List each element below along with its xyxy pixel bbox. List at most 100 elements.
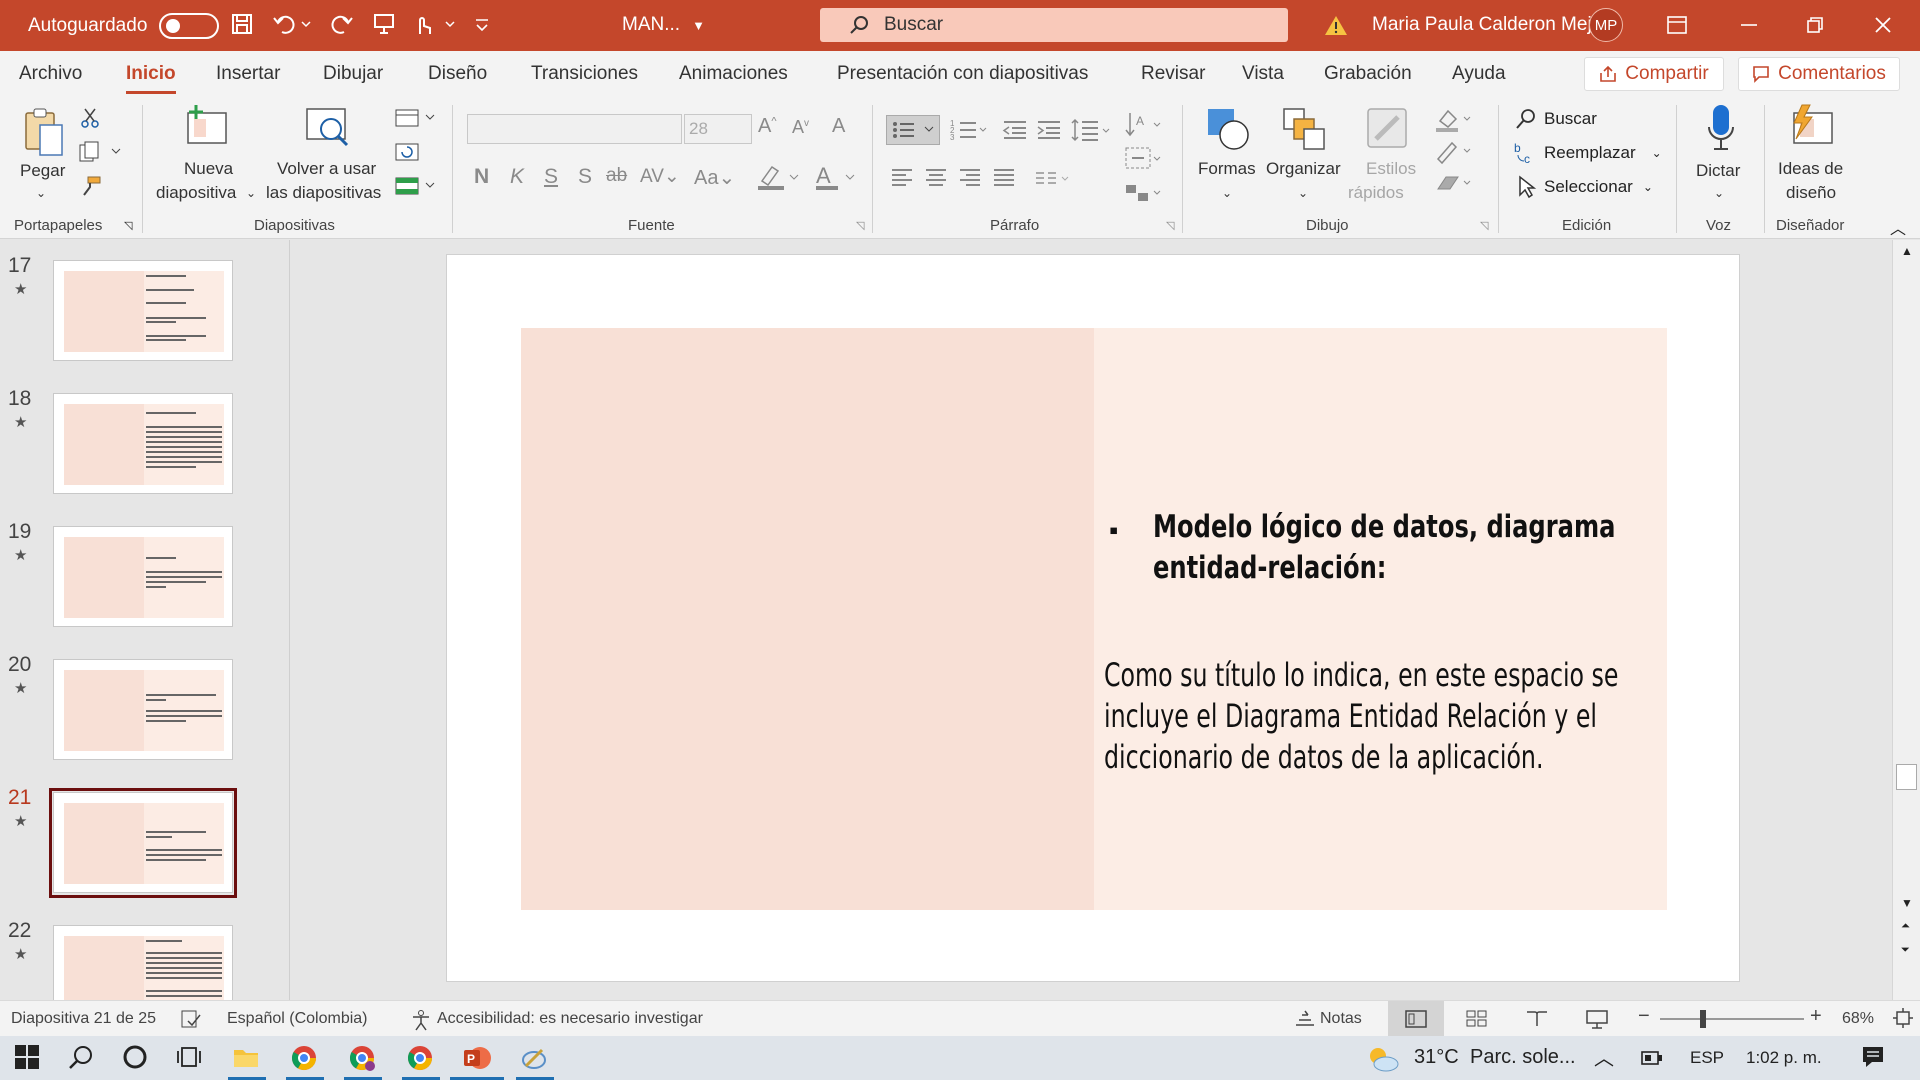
align-right-icon[interactable] <box>958 167 982 189</box>
quick-styles-label-2[interactable]: rápidos <box>1348 181 1404 205</box>
cut-icon[interactable] <box>80 107 100 129</box>
scroll-down-icon[interactable]: ▼ <box>1901 896 1913 910</box>
avatar[interactable]: MP <box>1589 8 1623 42</box>
paste-icon[interactable] <box>22 105 66 159</box>
restore-icon[interactable] <box>1800 10 1830 40</box>
quick-styles-icon[interactable] <box>1364 105 1412 153</box>
slide-thumbnail-18[interactable] <box>53 393 233 494</box>
redo-icon[interactable] <box>330 12 354 36</box>
notes-icon[interactable] <box>1294 1009 1316 1029</box>
chevron-up-icon[interactable]: ︿ <box>1594 1042 1614 1071</box>
reuse-slides-label[interactable]: Volver a usar <box>277 157 376 181</box>
reuse-slides-label-2[interactable]: las diapositivas <box>266 181 381 205</box>
zoom-slider[interactable] <box>1660 1018 1804 1020</box>
design-ideas-label[interactable]: Ideas de <box>1778 157 1843 181</box>
input-language[interactable]: ESP <box>1690 1048 1724 1068</box>
new-slide-label[interactable]: Nueva <box>184 157 233 181</box>
increase-indent-icon[interactable] <box>1036 117 1062 143</box>
tab-vista[interactable]: Vista <box>1242 63 1284 85</box>
justify-icon[interactable] <box>992 167 1016 189</box>
slide-title[interactable]: Modelo lógico de datos, diagrama entidad… <box>1153 507 1652 589</box>
dictate-label[interactable]: Dictar <box>1696 159 1740 183</box>
shapes-icon[interactable] <box>1204 105 1252 153</box>
change-case-button[interactable]: Aa⌄ <box>694 165 735 190</box>
text-direction-icon[interactable]: A <box>1124 111 1164 139</box>
zoom-level[interactable]: 68% <box>1842 1010 1874 1028</box>
undo-icon[interactable] <box>272 12 312 36</box>
chrome-icon-2[interactable] <box>406 1044 434 1072</box>
chrome-icon[interactable] <box>290 1044 318 1072</box>
windows-start-icon[interactable] <box>14 1044 40 1070</box>
chrome-profile-icon[interactable] <box>348 1044 376 1072</box>
reuse-slides-icon[interactable] <box>305 107 351 149</box>
smartart-icon[interactable] <box>1124 179 1164 205</box>
slide-thumbnail-17[interactable] <box>53 260 233 361</box>
touch-mode-icon[interactable] <box>412 12 458 36</box>
customize-qat-icon[interactable] <box>472 12 492 36</box>
reset-icon[interactable] <box>394 141 420 163</box>
app-icon[interactable] <box>520 1044 548 1072</box>
zoom-slider-thumb[interactable] <box>1700 1010 1706 1028</box>
highlight-icon[interactable] <box>756 163 802 191</box>
decrease-indent-icon[interactable] <box>1002 117 1028 143</box>
collapse-ribbon-icon[interactable]: ︿ <box>1890 215 1906 239</box>
spacing-icon[interactable]: AV⌄ <box>640 165 680 188</box>
powerpoint-icon[interactable]: P <box>462 1044 492 1072</box>
notes-button[interactable]: Notas <box>1320 1010 1362 1028</box>
zoom-out-icon[interactable]: − <box>1638 1005 1650 1028</box>
line-spacing-icon[interactable] <box>1070 117 1112 143</box>
task-view-icon[interactable] <box>176 1044 202 1070</box>
minimize-icon[interactable] <box>1734 10 1764 40</box>
autosave-toggle[interactable] <box>159 13 220 39</box>
chevron-down-icon[interactable]: ⌄ <box>1714 181 1724 205</box>
autosave[interactable]: Autoguardado <box>28 13 220 39</box>
tab-diseno[interactable]: Diseño <box>428 63 487 85</box>
shadow-button[interactable]: S <box>578 165 592 189</box>
slide-sorter-icon[interactable] <box>1466 1009 1488 1029</box>
underline-button[interactable]: S <box>544 165 558 189</box>
search-icon[interactable] <box>68 1044 94 1070</box>
scroll-up-icon[interactable]: ▲ <box>1901 244 1913 258</box>
next-slide-icon[interactable]: ⏷ <box>1901 944 1910 957</box>
microphone-icon[interactable] <box>1706 103 1736 153</box>
ribbon-display-options-icon[interactable] <box>1662 10 1692 40</box>
accessibility-icon[interactable] <box>410 1009 432 1031</box>
dialog-launcher-icon[interactable]: ◹ <box>1480 219 1488 232</box>
new-slide-icon[interactable] <box>184 105 230 147</box>
shrink-font-icon[interactable]: Av <box>792 117 809 138</box>
dialog-launcher-icon[interactable]: ◹ <box>856 219 864 232</box>
copy-icon[interactable] <box>78 141 122 163</box>
zoom-in-icon[interactable]: + <box>1810 1005 1822 1028</box>
align-text-icon[interactable] <box>1124 145 1164 171</box>
bullets-button[interactable] <box>886 115 940 145</box>
grow-font-icon[interactable]: A^ <box>758 115 777 138</box>
font-name-input[interactable] <box>467 114 682 144</box>
shape-fill-icon[interactable] <box>1434 107 1474 133</box>
align-center-icon[interactable] <box>924 167 948 189</box>
document-name[interactable]: MAN... ▼ <box>622 14 705 36</box>
select-button[interactable]: Seleccionar ⌄ <box>1514 175 1653 199</box>
tab-transiciones[interactable]: Transiciones <box>531 63 638 85</box>
design-ideas-icon[interactable] <box>1786 103 1836 149</box>
layout-icon[interactable] <box>394 107 438 129</box>
tab-ayuda[interactable]: Ayuda <box>1452 63 1506 85</box>
quick-styles-label[interactable]: Estilos <box>1366 157 1416 181</box>
network-icon[interactable] <box>1640 1046 1666 1068</box>
slide-thumbnail-22[interactable] <box>53 925 233 1000</box>
chevron-down-icon[interactable]: ⌄ <box>36 181 46 205</box>
fit-slide-icon[interactable] <box>1892 1007 1914 1029</box>
design-ideas-label-2[interactable]: diseño <box>1786 181 1836 205</box>
share-button[interactable]: Compartir <box>1584 57 1724 91</box>
scrollbar-thumb[interactable] <box>1896 764 1917 790</box>
shapes-label[interactable]: Formas <box>1198 157 1256 181</box>
new-slide-label-2[interactable]: diapositiva <box>156 181 236 205</box>
shape-outline-icon[interactable] <box>1434 139 1474 165</box>
file-explorer-icon[interactable] <box>232 1044 260 1070</box>
tab-animaciones[interactable]: Animaciones <box>679 63 788 85</box>
columns-icon[interactable] <box>1034 167 1074 189</box>
arrange-icon[interactable] <box>1280 105 1328 153</box>
slide-body-text[interactable]: Como su título lo indica, en este espaci… <box>1104 655 1637 778</box>
clear-formatting-icon[interactable]: A <box>832 115 845 138</box>
user-account[interactable]: Maria Paula Calderon Mejia <box>1324 14 1606 36</box>
chevron-down-icon[interactable]: ⌄ <box>1298 181 1308 205</box>
